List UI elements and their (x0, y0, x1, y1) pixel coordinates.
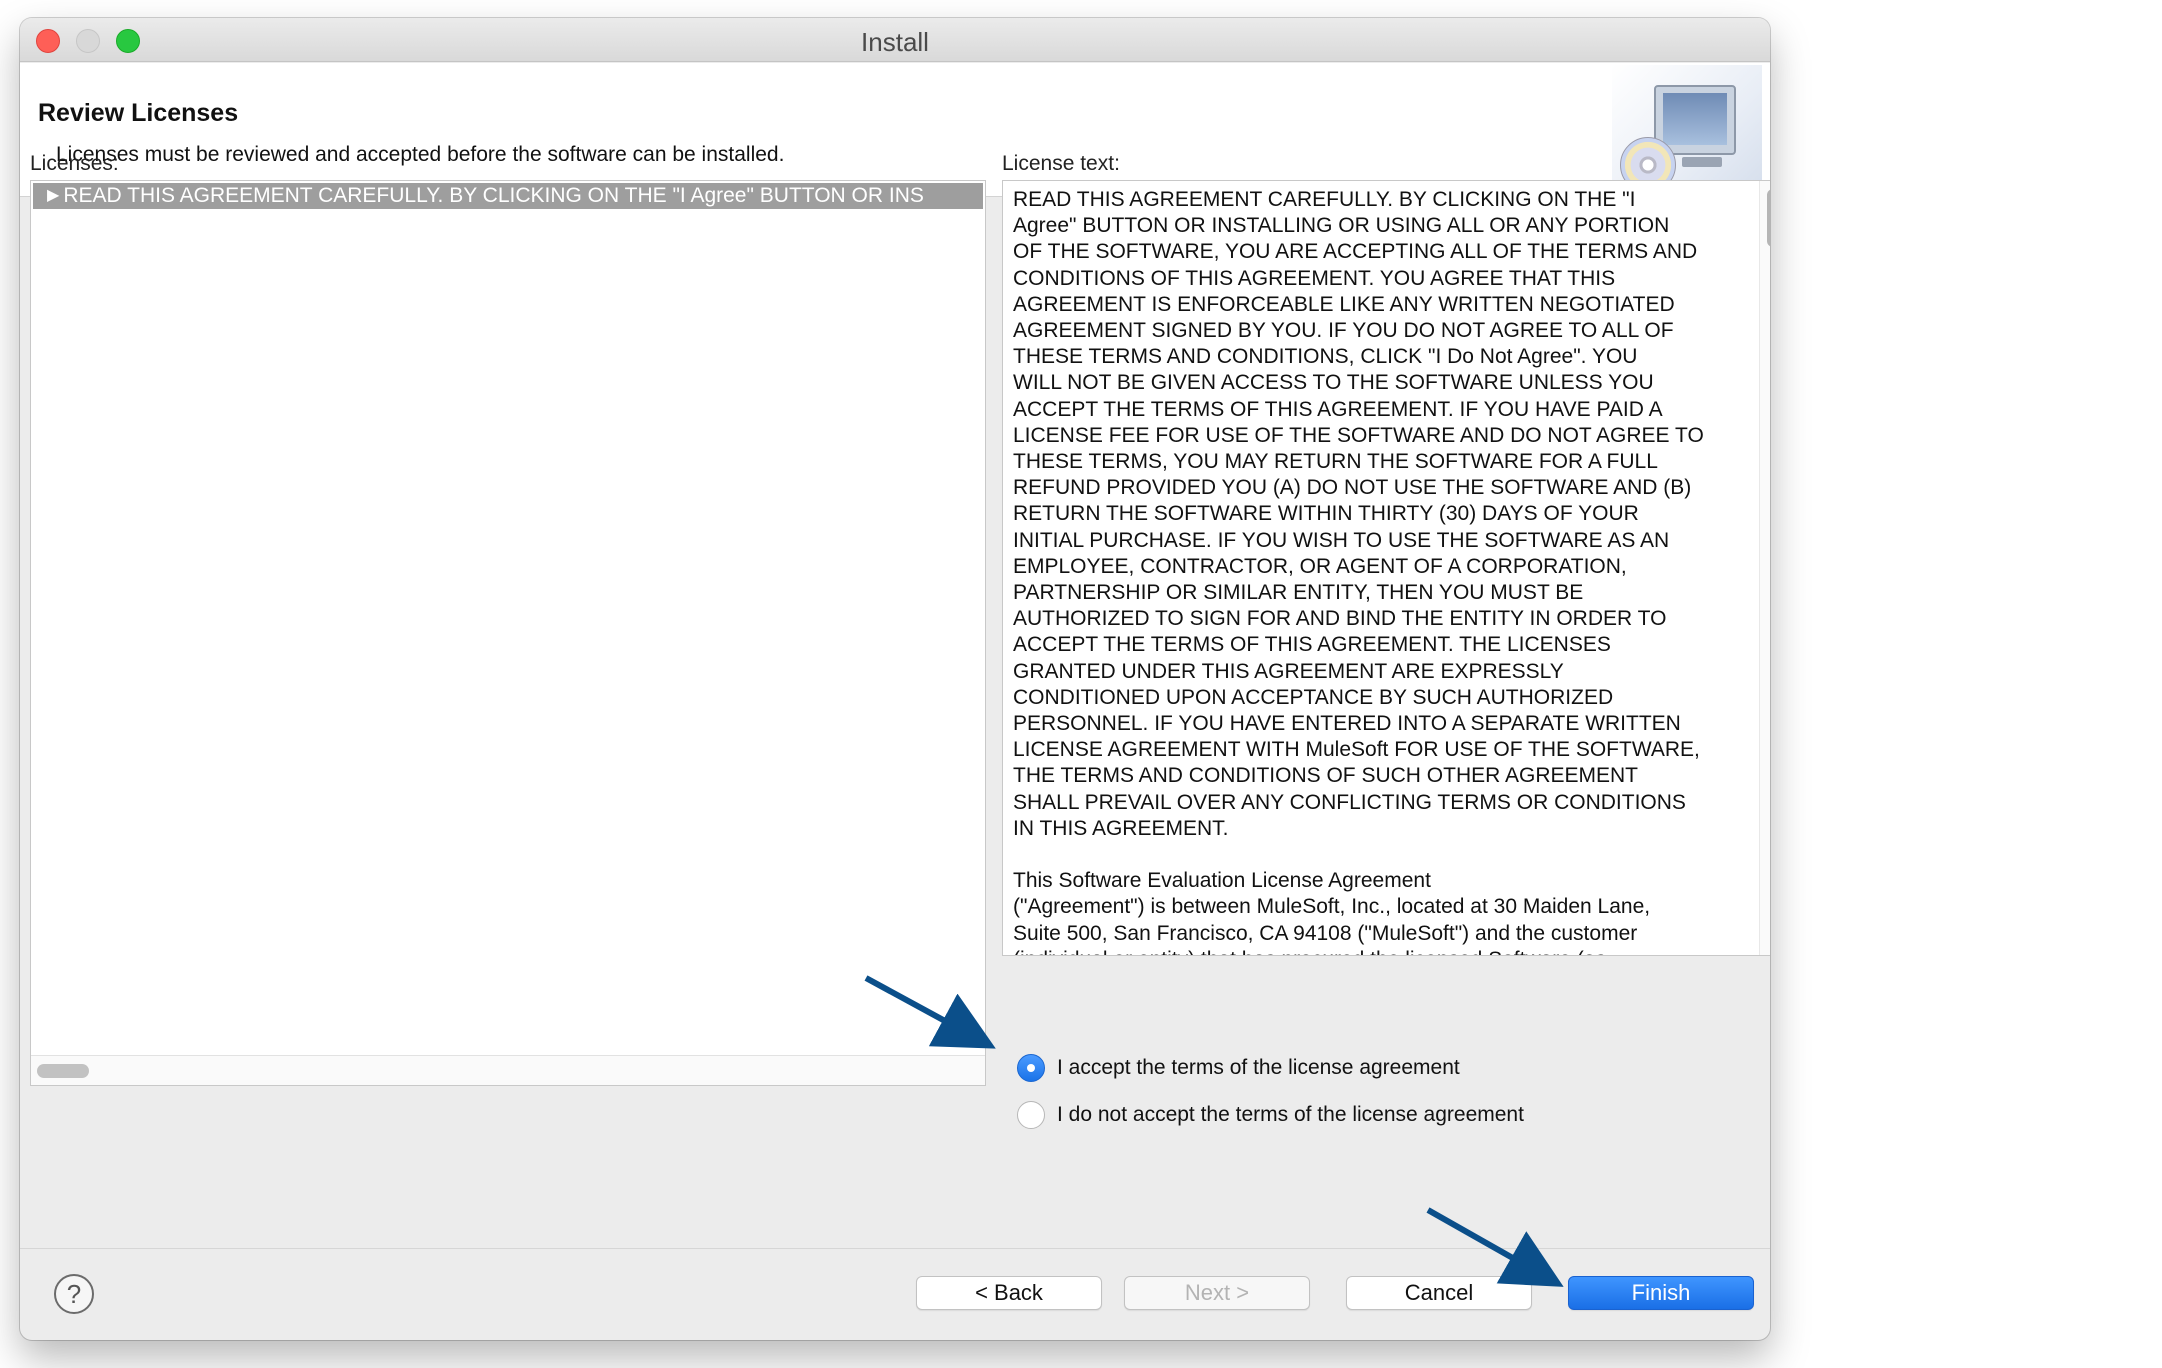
page-title: Review Licenses (38, 99, 239, 127)
accept-radio[interactable] (1017, 1054, 1045, 1082)
page-description: Licenses must be reviewed and accepted b… (56, 143, 785, 166)
accept-option[interactable]: I accept the terms of the license agreem… (1017, 1054, 1460, 1082)
title-bar: Install (20, 18, 1770, 62)
decline-radio[interactable] (1017, 1101, 1045, 1129)
decline-label[interactable]: I do not accept the terms of the license… (1057, 1103, 1524, 1127)
license-tree-item-label: READ THIS AGREEMENT CAREFULLY. BY CLICKI… (63, 184, 924, 207)
licenses-tree[interactable]: ▶ READ THIS AGREEMENT CAREFULLY. BY CLICK… (30, 180, 986, 1086)
cancel-button[interactable]: Cancel (1346, 1276, 1532, 1310)
help-icon[interactable]: ? (54, 1274, 94, 1314)
background-window-strip (20, 0, 1770, 20)
back-button[interactable]: < Back (916, 1276, 1102, 1310)
decline-option[interactable]: I do not accept the terms of the license… (1017, 1101, 1524, 1129)
next-button[interactable]: Next > (1124, 1276, 1310, 1310)
wizard-header: Review Licenses Licenses must be reviewe… (20, 63, 1770, 197)
footer-divider (20, 1248, 1770, 1249)
licenses-label: Licenses: (30, 152, 119, 175)
license-text-content: READ THIS AGREEMENT CAREFULLY. BY CLICKI… (1013, 188, 1704, 955)
vertical-scrollbar[interactable] (1759, 181, 1770, 955)
horizontal-scrollbar-thumb[interactable] (37, 1064, 89, 1078)
install-dialog: Install Review Licenses Licenses must be… (20, 18, 1770, 1340)
license-text-label: License text: (1002, 152, 1120, 175)
triangle-right-icon[interactable]: ▶ (47, 183, 59, 209)
finish-button[interactable]: Finish (1568, 1276, 1754, 1310)
window-title: Install (861, 27, 929, 57)
license-text-area[interactable]: READ THIS AGREEMENT CAREFULLY. BY CLICKI… (1002, 180, 1770, 956)
monitor-stand-icon (1682, 157, 1722, 167)
vertical-scrollbar-thumb[interactable] (1767, 189, 1770, 247)
accept-label[interactable]: I accept the terms of the license agreem… (1057, 1056, 1460, 1080)
license-tree-item[interactable]: ▶ READ THIS AGREEMENT CAREFULLY. BY CLICK… (33, 183, 983, 209)
horizontal-scrollbar[interactable] (31, 1055, 985, 1085)
install-monitor-cd-icon (1612, 65, 1762, 195)
